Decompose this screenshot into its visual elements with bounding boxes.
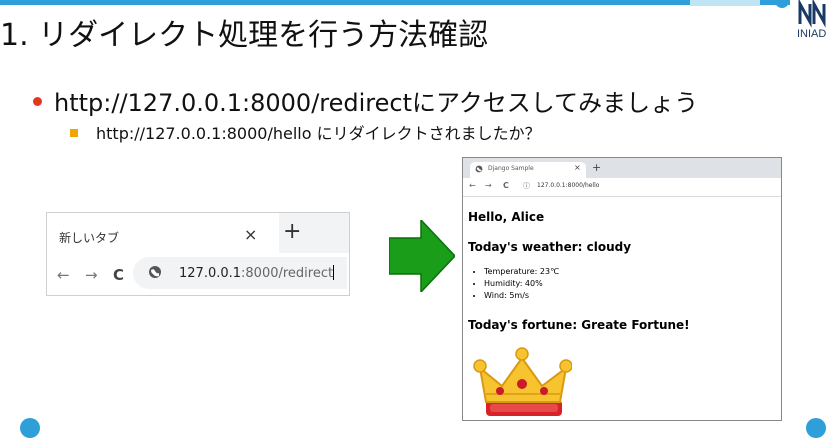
top-rule-highlight: [690, 0, 760, 6]
bullet-square: [70, 128, 78, 137]
browser-before-redirect: 新しいタブ × + ← → C 127.0.0.1:8000/redirect: [46, 212, 350, 296]
reload-button[interactable]: C: [503, 181, 509, 190]
list-item: Wind: 5m/s: [484, 290, 559, 302]
browser-after-redirect: Django Sample × + ← → C ⓘ 127.0.0.1:8000…: [462, 157, 782, 421]
text-cursor: [333, 265, 335, 280]
weather-heading: Today's weather: cloudy: [468, 240, 632, 254]
bullet-sub-text: http://127.0.0.1:8000/hello にリダイレクトされました…: [96, 124, 541, 143]
list-item: Temperature: 23℃: [484, 266, 559, 278]
weather-list: Temperature: 23℃ Humidity: 40% Wind: 5m/…: [468, 266, 559, 302]
back-button[interactable]: ←: [57, 266, 70, 284]
globe-icon: [475, 165, 483, 173]
tab-title: Django Sample: [488, 165, 534, 172]
site-info-icon[interactable]: ⓘ: [523, 181, 530, 191]
tab-close-button[interactable]: ×: [574, 163, 581, 172]
bottom-right-dot: [806, 418, 826, 438]
forward-button[interactable]: →: [85, 266, 98, 284]
crown-image: [473, 347, 572, 416]
address-bar[interactable]: 127.0.0.1:8000/redirect: [133, 257, 347, 289]
slide-title: 1. リダイレクト処理を行う方法確認: [0, 18, 489, 53]
address-text[interactable]: 127.0.0.1:8000/redirect: [179, 265, 335, 281]
forward-button[interactable]: →: [485, 181, 492, 190]
address-bar[interactable]: 127.0.0.1:8000/hello: [537, 182, 599, 189]
bullet-main-text: http://127.0.0.1:8000/redirectにアクセスしてみまし…: [54, 89, 699, 117]
bullet-main: http://127.0.0.1:8000/redirectにアクセスしてみまし…: [33, 83, 698, 118]
bottom-left-dot: [20, 418, 40, 438]
reload-button[interactable]: C: [113, 266, 124, 284]
bullet-sub: http://127.0.0.1:8000/hello にリダイレクトされました…: [70, 120, 541, 144]
new-tab-button[interactable]: +: [283, 219, 301, 244]
logo-text: INIAD: [797, 28, 827, 40]
bullet-dot: [33, 96, 42, 106]
list-item: Humidity: 40%: [484, 278, 559, 290]
top-rule-dot: [775, 0, 789, 8]
fortune-heading: Today's fortune: Greate Fortune!: [468, 318, 690, 332]
back-button[interactable]: ←: [469, 181, 476, 190]
globe-icon: [149, 266, 161, 278]
tab-close-button[interactable]: ×: [244, 225, 257, 244]
right-arrow-icon: [389, 220, 455, 292]
tab-title: 新しいタブ: [59, 231, 120, 245]
top-rule: [0, 0, 790, 5]
url-host: 127.0.0.1: [179, 266, 242, 281]
nav-bar: ← → C ⓘ 127.0.0.1:8000/hello: [463, 178, 781, 197]
new-tab-button[interactable]: +: [592, 161, 601, 174]
browser-tab[interactable]: Django Sample ×: [470, 162, 586, 178]
browser-tab[interactable]: 新しいタブ ×: [47, 213, 279, 253]
greeting-heading: Hello, Alice: [468, 210, 545, 224]
nav-bar: ← → C 127.0.0.1:8000/redirect: [47, 253, 349, 295]
url-rest: :8000/redirect: [241, 266, 334, 281]
